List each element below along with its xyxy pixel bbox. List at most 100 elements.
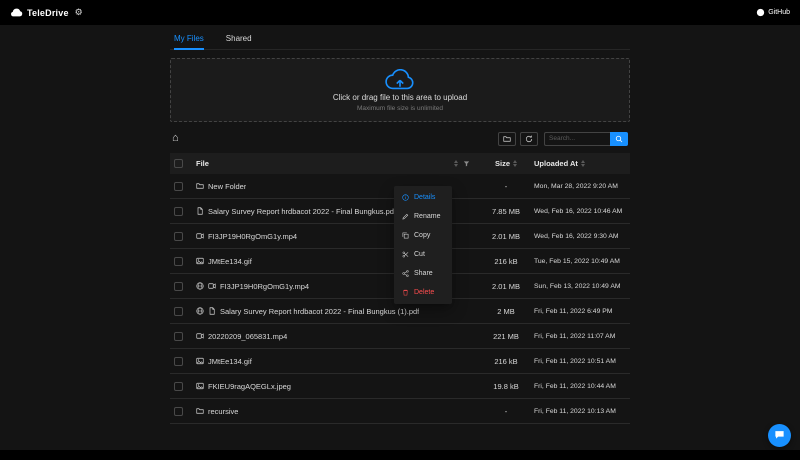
row-checkbox[interactable] (174, 381, 183, 391)
search-input[interactable] (544, 131, 610, 146)
upload-main-text: Click or drag file to this area to uploa… (332, 92, 468, 102)
copy-icon (401, 232, 409, 239)
refresh-button[interactable] (520, 131, 538, 146)
filter-icon[interactable] (463, 160, 470, 167)
row-checkbox[interactable] (174, 281, 183, 291)
sort-size-icon[interactable] (513, 160, 517, 167)
chat-icon (774, 428, 785, 443)
file-name-cell[interactable]: FKIEU9ragAQEGLx.jpeg (196, 382, 478, 391)
edit-icon (401, 213, 409, 220)
context-menu: Details Rename Copy Cut Share Delete (394, 186, 452, 304)
home-icon[interactable]: ⌂ (172, 133, 179, 144)
context-menu-item-cut[interactable]: Cut (394, 245, 452, 264)
table-row[interactable]: FKIEU9ragAQEGLx.jpeg 19.8 kB Fri, Feb 11… (170, 374, 630, 399)
row-checkbox[interactable] (174, 331, 183, 341)
table-header-row: File Size Uploaded At (170, 153, 630, 174)
github-icon (756, 8, 765, 17)
sort-file-icon[interactable] (454, 160, 458, 167)
file-icon (196, 207, 204, 215)
file-uploaded-at: Fri, Feb 11, 2022 10:13 AM (534, 407, 616, 415)
file-size: 2.01 MB (492, 231, 520, 241)
file-name: FKIEU9ragAQEGLx.jpeg (208, 381, 291, 391)
gear-icon[interactable]: ⚙ (75, 8, 83, 17)
search-box (544, 131, 628, 146)
row-checkbox-cell (174, 181, 196, 191)
folder-icon (503, 131, 511, 146)
file-name-cell[interactable]: Salary Survey Report hrdbacot 2022 - Fin… (196, 307, 478, 316)
app-title: TeleDrive (27, 7, 69, 18)
file-name: 20220209_065831.mp4 (208, 331, 288, 341)
tab-shared[interactable]: Shared (226, 34, 252, 49)
context-menu-item-details[interactable]: Details (394, 188, 452, 207)
row-checkbox[interactable] (174, 256, 183, 266)
file-name: JMtEe134.gif (208, 356, 252, 366)
column-uploaded-at[interactable]: Uploaded At (534, 159, 626, 168)
table-row[interactable]: JMtEe134.gif 216 kB Fri, Feb 11, 2022 10… (170, 349, 630, 374)
github-link[interactable]: GitHub (756, 8, 790, 17)
table-row[interactable]: 20220209_065831.mp4 221 MB Fri, Feb 11, … (170, 324, 630, 349)
chat-fab-button[interactable] (768, 424, 791, 447)
row-checkbox[interactable] (174, 306, 183, 316)
column-size[interactable]: Size (478, 159, 534, 168)
file-uploaded-at: Mon, Mar 28, 2022 9:20 AM (534, 182, 618, 190)
file-uploaded-at: Wed, Feb 16, 2022 9:30 AM (534, 232, 619, 240)
row-checkbox-cell (174, 281, 196, 291)
row-checkbox-cell (174, 406, 196, 416)
footer-bar (0, 450, 800, 460)
file-name: recursive (208, 406, 239, 416)
row-checkbox[interactable] (174, 406, 183, 416)
upload-hint-text: Maximum file size is unlimited (357, 104, 443, 112)
file-size: 221 MB (493, 331, 519, 341)
file-size: 2.01 MB (492, 281, 520, 291)
context-menu-item-share[interactable]: Share (394, 264, 452, 283)
image-icon (196, 357, 204, 365)
row-checkbox-cell (174, 231, 196, 241)
cloud-upload-icon (385, 68, 415, 90)
toolbar-actions (498, 131, 628, 146)
file-uploaded-at: Tue, Feb 15, 2022 10:49 AM (534, 257, 620, 265)
row-checkbox-cell (174, 331, 196, 341)
trash-icon (401, 289, 409, 296)
image-icon (196, 382, 204, 390)
row-checkbox[interactable] (174, 206, 183, 216)
column-file-controls (454, 160, 478, 167)
new-folder-button[interactable] (498, 131, 516, 146)
context-menu-item-delete[interactable]: Delete (394, 283, 452, 302)
brand[interactable]: TeleDrive ⚙ (10, 8, 83, 18)
file-name: Salary Survey Report hrdbacot 2022 - Fin… (208, 206, 397, 216)
globe-icon (196, 282, 204, 290)
context-menu-item-copy[interactable]: Copy (394, 226, 452, 245)
scissors-icon (401, 251, 409, 258)
row-checkbox-cell (174, 381, 196, 391)
file-name-cell[interactable]: 20220209_065831.mp4 (196, 332, 478, 341)
file-name-cell[interactable]: recursive (196, 407, 478, 416)
top-header: TeleDrive ⚙ GitHub (0, 0, 800, 25)
sync-icon (525, 131, 533, 146)
select-all-checkbox[interactable] (174, 159, 183, 168)
table-row[interactable]: recursive - Fri, Feb 11, 2022 10:13 AM (170, 399, 630, 424)
tabs-bar: My Files Shared (170, 34, 630, 50)
file-uploaded-at: Wed, Feb 16, 2022 10:46 AM (534, 207, 623, 215)
globe-icon (196, 307, 204, 315)
file-uploaded-at: Fri, Feb 11, 2022 6:49 PM (534, 307, 613, 315)
column-file[interactable]: File (196, 159, 478, 168)
row-checkbox[interactable] (174, 231, 183, 241)
file-name: Salary Survey Report hrdbacot 2022 - Fin… (220, 306, 420, 316)
tab-my-files[interactable]: My Files (174, 34, 204, 50)
search-icon (615, 131, 623, 146)
row-checkbox-cell (174, 356, 196, 366)
upload-dropzone[interactable]: Click or drag file to this area to uploa… (170, 58, 630, 122)
file-name: FI3JP19H0RgOmG1y.mp4 (220, 281, 310, 291)
file-icon (208, 307, 216, 315)
context-menu-item-rename[interactable]: Rename (394, 207, 452, 226)
sort-uploaded-at-icon[interactable] (580, 160, 585, 167)
row-checkbox[interactable] (174, 356, 183, 366)
file-name-cell[interactable]: JMtEe134.gif (196, 357, 478, 366)
file-size: - (504, 406, 508, 416)
video-icon (196, 332, 204, 340)
row-checkbox[interactable] (174, 181, 183, 191)
teledrive-app: TeleDrive ⚙ GitHub My Files Shared Click… (0, 0, 800, 460)
file-uploaded-at: Sun, Feb 13, 2022 10:49 AM (534, 282, 621, 290)
column-size-label: Size (494, 159, 510, 168)
search-button[interactable] (610, 131, 628, 146)
